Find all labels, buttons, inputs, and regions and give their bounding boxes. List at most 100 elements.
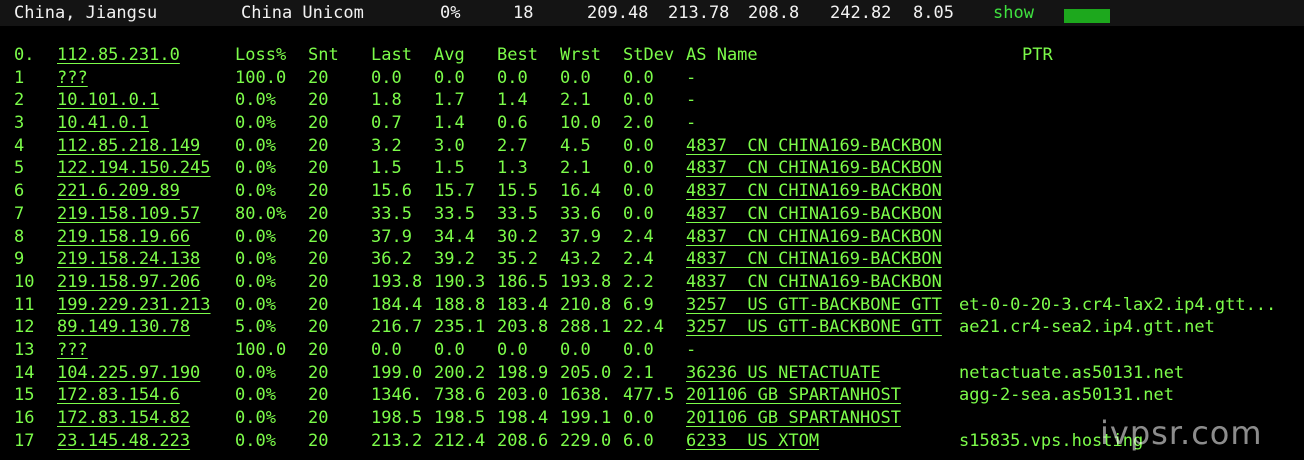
hop-idx: 15 [14, 385, 35, 406]
hop-wrst: 16.4 [560, 181, 601, 202]
hop-idx: 6 [14, 181, 25, 202]
hop-idx: 9 [14, 249, 25, 270]
hop-host[interactable]: 172.83.154.82 [57, 407, 190, 430]
hop-as[interactable]: 4837 CN CHINA169-BACKBON [686, 226, 942, 249]
hop-loss: 80.0% [235, 203, 287, 224]
hop-avg: 33.5 [434, 203, 475, 224]
hop-host[interactable]: 172.83.154.6 [57, 384, 180, 407]
hop-loss: 0.0% [235, 249, 276, 270]
hop-last: 1.8 [371, 90, 402, 111]
hop-host[interactable]: 10.41.0.1 [57, 112, 149, 135]
hop-stdev: 22.4 [623, 317, 664, 338]
mtr-report: 0. 112.85.231.0 Loss% Snt Last Avg Best … [0, 44, 1304, 452]
hop-last: 193.8 [371, 271, 423, 292]
hop-as: - [686, 113, 697, 134]
hop-host[interactable]: 122.194.150.245 [57, 157, 211, 180]
hop-avg: 212.4 [434, 430, 486, 451]
hop-last: 216.7 [371, 317, 423, 338]
hop-loss: 0.0% [235, 385, 276, 406]
status-indicator-bar [1064, 9, 1110, 23]
hop-stdev: 2.0 [623, 113, 654, 134]
hop-stdev: 2.4 [623, 226, 654, 247]
hop-avg: 188.8 [434, 294, 486, 315]
summary-loss: 0% [440, 3, 461, 23]
hop-stdev: 0.0 [623, 67, 654, 88]
hop-as[interactable]: 201106 GB SPARTANHOST [686, 407, 901, 430]
hop-host[interactable]: 219.158.97.206 [57, 271, 200, 294]
hop-as[interactable]: 201106 GB SPARTANHOST [686, 384, 901, 407]
hop-wrst: 210.8 [560, 294, 612, 315]
hop-host[interactable]: 23.145.48.223 [57, 430, 190, 453]
hop-host[interactable]: 112.85.218.149 [57, 135, 200, 158]
hop-snt: 20 [308, 408, 329, 428]
summary-location: China, Jiangsu [14, 3, 158, 23]
hop-as[interactable]: 6233 US XTOM [686, 430, 819, 453]
hop-row: 5 122.194.150.245 0.0% 20 1.5 1.5 1.3 2.1 0.0 483… [0, 157, 1304, 180]
hop-snt: 20 [308, 362, 329, 383]
hop-loss: 100.0 [235, 339, 287, 360]
hop-host[interactable]: ??? [57, 339, 88, 362]
hop-idx: 8 [14, 226, 25, 247]
hop-snt: 20 [308, 181, 329, 202]
hop-wrst: 33.6 [560, 203, 601, 224]
hop-loss: 0.0% [235, 362, 276, 383]
hop-as[interactable]: 4837 CN CHINA169-BACKBON [686, 271, 942, 294]
hop-last: 0.0 [371, 67, 402, 88]
hop-host[interactable]: 221.6.209.89 [57, 180, 180, 203]
hop-stdev: 0.0 [623, 408, 654, 428]
hop-best: 15.5 [497, 181, 538, 202]
hop-ptr: netactuate.as50131.net [959, 362, 1185, 383]
hop-as[interactable]: 4837 CN CHINA169-BACKBON [686, 157, 942, 180]
hop-row: 11 199.229.231.213 0.0% 20 184.4 188.8 183.4 21… [0, 294, 1304, 317]
hop-row: 4 112.85.218.149 0.0% 20 3.2 3.0 2.7 4.5 0.0 4837… [0, 135, 1304, 158]
summary-stdev: 8.05 [913, 3, 954, 23]
hop-loss: 0.0% [235, 135, 276, 156]
hop-stdev: 0.0 [623, 181, 654, 202]
hop-as[interactable]: 3257 US GTT-BACKBONE GTT [686, 316, 942, 339]
hop-host[interactable]: 89.149.130.78 [57, 316, 190, 339]
hop-as[interactable]: 4837 CN CHINA169-BACKBON [686, 248, 942, 271]
hop-ptr: et-0-0-20-3.cr4-lax2.ip4.gtt... [959, 294, 1277, 315]
hop-as[interactable]: 4837 CN CHINA169-BACKBON [686, 180, 942, 203]
header-host[interactable]: 112.85.231.0 [57, 44, 180, 67]
show-button[interactable]: show [993, 3, 1034, 23]
hop-snt: 20 [308, 339, 329, 360]
hop-row: 7 219.158.109.57 80.0% 20 33.5 33.5 33.5 33.6 0.… [0, 203, 1304, 226]
hop-avg: 200.2 [434, 362, 486, 383]
hop-snt: 20 [308, 294, 329, 315]
hop-as[interactable]: 4837 CN CHINA169-BACKBON [686, 135, 942, 158]
hop-avg: 1.7 [434, 90, 465, 111]
hop-host[interactable]: 104.225.97.190 [57, 362, 200, 385]
hop-best: 33.5 [497, 203, 538, 224]
hop-host[interactable]: ??? [57, 67, 88, 90]
hop-as[interactable]: 36236 US NETACTUATE [686, 362, 880, 385]
hop-host[interactable]: 219.158.19.66 [57, 226, 190, 249]
hop-host[interactable]: 219.158.109.57 [57, 203, 200, 226]
header-last: Last [371, 45, 412, 65]
hop-avg: 190.3 [434, 271, 486, 292]
hop-wrst: 2.1 [560, 158, 591, 179]
hop-avg: 738.6 [434, 385, 486, 406]
hop-host[interactable]: 199.229.231.213 [57, 294, 211, 317]
header-snt: Snt [308, 45, 339, 65]
hop-avg: 3.0 [434, 135, 465, 156]
hop-as[interactable]: 3257 US GTT-BACKBONE GTT [686, 294, 942, 317]
hop-idx: 12 [14, 317, 35, 338]
hop-last: 33.5 [371, 203, 412, 224]
hop-last: 36.2 [371, 249, 412, 270]
hop-loss: 0.0% [235, 408, 276, 428]
hop-last: 1346. [371, 385, 423, 406]
hop-wrst: 4.5 [560, 135, 591, 156]
hop-snt: 20 [308, 317, 329, 338]
hop-host[interactable]: 10.101.0.1 [57, 89, 159, 112]
hop-idx: 2 [14, 90, 25, 111]
header-ptr: PTR [1022, 45, 1053, 65]
hop-last: 213.2 [371, 430, 423, 451]
hop-host[interactable]: 219.158.24.138 [57, 248, 200, 271]
hop-idx: 14 [14, 362, 35, 383]
hop-ptr: agg-2-sea.as50131.net [959, 385, 1174, 406]
hop-best: 186.5 [497, 271, 549, 292]
hop-as[interactable]: 4837 CN CHINA169-BACKBON [686, 203, 942, 226]
hop-wrst: 0.0 [560, 67, 591, 88]
hop-last: 0.7 [371, 113, 402, 134]
